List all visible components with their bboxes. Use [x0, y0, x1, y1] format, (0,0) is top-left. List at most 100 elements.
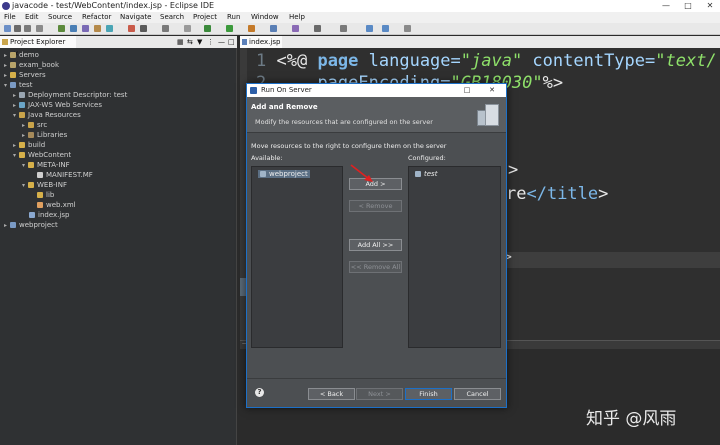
next-button[interactable]: Next > — [356, 388, 403, 400]
maximize-icon[interactable]: □ — [460, 84, 474, 97]
next-annotation-icon[interactable] — [340, 25, 347, 32]
link-editor-icon[interactable]: ⇆ — [187, 36, 193, 48]
tree-item-webproject[interactable]: ▸ webproject — [4, 220, 58, 230]
terminate-icon[interactable] — [128, 25, 135, 32]
menu-help[interactable]: Help — [289, 12, 305, 23]
finish-button[interactable]: Finish — [405, 388, 452, 400]
tree-item-demo[interactable]: ▸ demo — [4, 50, 39, 60]
folder-icon — [28, 182, 34, 188]
tree-item-servers[interactable]: ▸ Servers — [4, 70, 46, 80]
print-icon[interactable] — [36, 25, 43, 32]
suspend-icon[interactable] — [94, 25, 101, 32]
dialog-title-bar: Run On Server □ ✕ — [247, 84, 506, 97]
external-tools-icon[interactable] — [248, 25, 255, 32]
help-icon[interactable]: ? — [255, 388, 264, 397]
new-java-class-icon[interactable] — [270, 25, 277, 32]
tree-item-java-resources[interactable]: ▾ Java Resources — [13, 110, 81, 120]
cancel-button[interactable]: Cancel — [454, 388, 501, 400]
menu-project[interactable]: Project — [193, 12, 217, 23]
menu-refactor[interactable]: Refactor — [82, 12, 111, 23]
editor-tab-bar: index.jsp — [240, 36, 720, 48]
wand-icon[interactable] — [184, 25, 191, 32]
menu-navigate[interactable]: Navigate — [120, 12, 151, 23]
resume-icon[interactable] — [82, 25, 89, 32]
close-icon[interactable]: ✕ — [702, 0, 718, 12]
java-resources-icon — [19, 112, 25, 118]
available-label: Available: — [251, 154, 283, 162]
forward-icon[interactable] — [382, 25, 389, 32]
available-list[interactable]: webproject — [251, 166, 343, 348]
jsp-file-icon — [29, 212, 35, 218]
configured-list[interactable]: test — [408, 166, 501, 348]
project-explorer-header: Project Explorer ✕ ▦ ⇆ ▼ ⋮ — □ — [0, 36, 237, 58]
menu-run[interactable]: Run — [227, 12, 240, 23]
debug-run-icon[interactable] — [204, 25, 211, 32]
menu-edit[interactable]: Edit — [25, 12, 39, 23]
open-type-icon[interactable] — [292, 25, 299, 32]
back-button[interactable]: < Back — [308, 388, 355, 400]
tree-item-meta-inf[interactable]: ▾ META-INF — [22, 160, 70, 170]
project-explorer-icon — [2, 39, 8, 45]
maximize-icon[interactable]: □ — [680, 0, 696, 12]
tree-item-webcontent[interactable]: ▾ WebContent — [13, 150, 71, 160]
menu-source[interactable]: Source — [48, 12, 72, 23]
step-icon[interactable] — [70, 25, 77, 32]
save-all-icon[interactable] — [24, 25, 31, 32]
tree-item-web-inf[interactable]: ▾ WEB-INF — [22, 180, 67, 190]
dialog-heading: Add and Remove — [251, 103, 318, 111]
filter-icon[interactable]: ▼ — [197, 36, 202, 48]
menu-search[interactable]: Search — [160, 12, 184, 23]
menu-window[interactable]: Window — [251, 12, 279, 23]
web-project-icon — [260, 171, 266, 177]
annotation-arrow-icon — [350, 164, 373, 182]
close-icon[interactable]: ✕ — [485, 84, 499, 97]
server-icon[interactable] — [140, 25, 147, 32]
tree-item-lib[interactable]: lib — [37, 190, 54, 200]
tree-item-index-jsp[interactable]: index.jsp — [29, 210, 69, 220]
folder-icon — [37, 192, 43, 198]
tree-item-web-xml[interactable]: web.xml — [37, 200, 76, 210]
remove-all-button[interactable]: << Remove All — [349, 261, 402, 273]
tree-item-libraries[interactable]: ▸ Libraries — [22, 130, 67, 140]
folder-icon — [28, 162, 34, 168]
list-item-webproject[interactable]: webproject — [258, 170, 310, 178]
save-icon[interactable] — [14, 25, 21, 32]
project-icon — [10, 52, 16, 58]
add-all-button[interactable]: Add All >> — [349, 239, 402, 251]
folder-icon — [19, 152, 25, 158]
remove-button[interactable]: < Remove — [349, 200, 402, 212]
terminal-icon[interactable] — [162, 25, 169, 32]
project-explorer: Project Explorer ✕ ▦ ⇆ ▼ ⋮ — □ ▸demo ▸ex… — [0, 36, 237, 445]
collapse-all-icon[interactable]: ▦ — [177, 36, 184, 48]
dialog-banner: Add and Remove Modify the resources that… — [247, 97, 506, 133]
tree-item-src[interactable]: ▸ src — [22, 120, 47, 130]
step-over-icon[interactable] — [106, 25, 113, 32]
tree-item-manifest[interactable]: MANIFEST.MF — [37, 170, 93, 180]
tree-item-exam-book[interactable]: ▸ exam_book — [4, 60, 59, 70]
code-line-1: 1 <%@ page language="java" contentType="… — [256, 51, 717, 71]
web-project-icon — [415, 171, 421, 177]
list-item-test[interactable]: test — [415, 170, 437, 178]
search-icon[interactable] — [314, 25, 321, 32]
menu-file[interactable]: File — [4, 12, 16, 23]
pin-icon[interactable] — [404, 25, 411, 32]
minimize-icon[interactable]: — — [658, 0, 674, 12]
tree-item-jax-ws[interactable]: ▸ JAX-WS Web Services — [13, 100, 102, 110]
descriptor-icon — [19, 92, 25, 98]
project-icon — [10, 62, 16, 68]
view-menu-icon[interactable]: ⋮ — [207, 36, 214, 48]
tree-item-test[interactable]: ▾ test — [4, 80, 32, 90]
tab-index-jsp[interactable]: index.jsp — [240, 36, 282, 48]
back-icon[interactable] — [366, 25, 373, 32]
minimize-view-icon[interactable]: — — [218, 36, 225, 48]
jsp-file-icon — [242, 39, 247, 45]
folder-icon — [19, 142, 25, 148]
new-icon[interactable] — [4, 25, 11, 32]
tree-item-build[interactable]: ▸ build — [13, 140, 45, 150]
tree-item-deployment-descriptor[interactable]: ▸ Deployment Descriptor: test — [13, 90, 127, 100]
debug-icon[interactable] — [58, 25, 65, 32]
run-icon[interactable] — [226, 25, 233, 32]
maximize-view-icon[interactable]: □ — [228, 36, 235, 48]
project-explorer-tab[interactable]: Project Explorer ✕ — [0, 36, 76, 58]
folder-icon — [10, 72, 16, 78]
